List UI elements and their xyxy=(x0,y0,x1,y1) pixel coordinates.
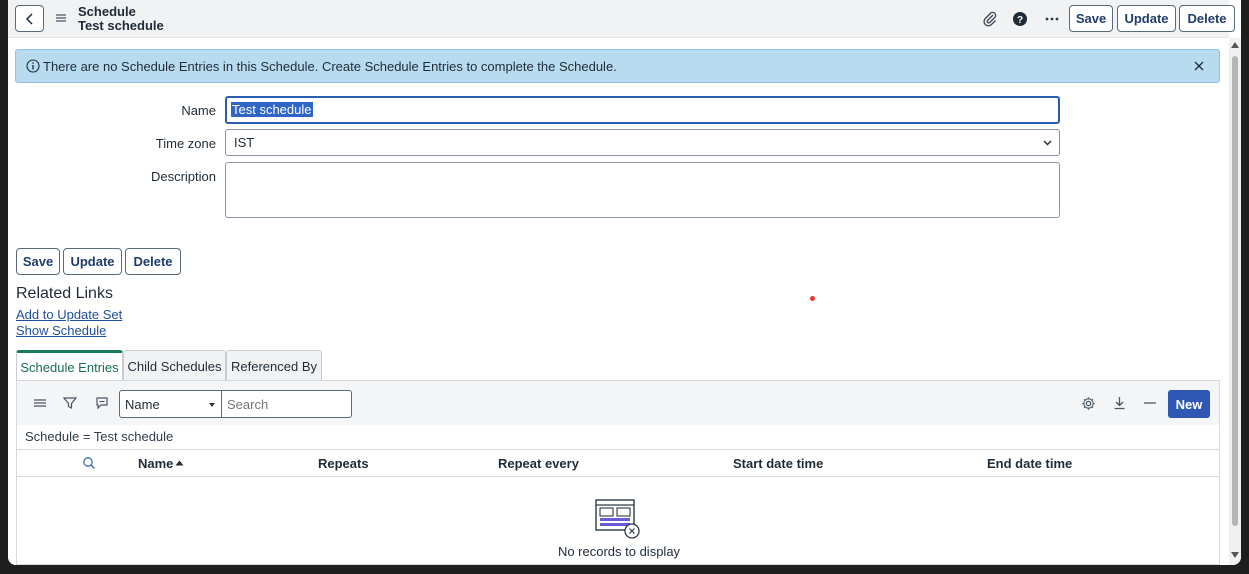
menu-icon[interactable] xyxy=(55,11,67,25)
timezone-label: Time zone xyxy=(155,136,216,151)
search-input[interactable] xyxy=(221,390,352,418)
search-field-value: Name xyxy=(125,397,160,412)
form-title: Schedule xyxy=(78,4,136,19)
filter-icon[interactable] xyxy=(62,395,78,411)
related-links-title: Related Links xyxy=(16,285,113,302)
show-schedule-link[interactable]: Show Schedule xyxy=(16,323,106,338)
scrollbar[interactable] xyxy=(1229,38,1241,565)
page-title: Schedule Test schedule xyxy=(78,5,164,33)
timezone-value: IST xyxy=(234,135,255,150)
minimize-icon[interactable] xyxy=(1142,395,1158,411)
tab-child-schedules[interactable]: Child Schedules xyxy=(123,350,226,381)
chevron-down-icon xyxy=(1043,140,1052,146)
tab-referenced-by[interactable]: Referenced By xyxy=(226,350,322,381)
scroll-down-icon[interactable] xyxy=(1231,552,1239,558)
table-header: Name Repeats Repeat every Start date tim… xyxy=(17,449,1219,477)
header-delete-button[interactable]: Delete xyxy=(1179,5,1235,32)
search-icon[interactable] xyxy=(82,456,96,470)
record-form: Name Test schedule Time zone IST Descrip… xyxy=(8,90,1229,236)
save-button[interactable]: Save xyxy=(16,248,60,275)
app-frame: Schedule Test schedule ? Save Update Del… xyxy=(8,0,1241,565)
delete-button[interactable]: Delete xyxy=(125,248,181,275)
chevron-left-icon xyxy=(25,12,33,25)
svg-text:?: ? xyxy=(1017,15,1023,26)
form-header: Schedule Test schedule ? Save Update Del… xyxy=(8,0,1235,38)
empty-message: No records to display xyxy=(557,544,681,559)
caret-down-icon xyxy=(209,403,215,407)
scroll-up-icon[interactable] xyxy=(1231,42,1239,48)
add-to-update-set-link[interactable]: Add to Update Set xyxy=(16,307,122,322)
banner-message: There are no Schedule Entries in this Sc… xyxy=(43,59,617,74)
tab-schedule-entries[interactable]: Schedule Entries xyxy=(16,350,123,381)
info-icon xyxy=(26,59,40,73)
timezone-select[interactable]: IST xyxy=(225,129,1060,156)
name-value: Test schedule xyxy=(231,102,313,117)
comment-icon[interactable] xyxy=(94,395,110,411)
new-button[interactable]: New xyxy=(1168,390,1210,418)
more-icon[interactable] xyxy=(1042,9,1062,29)
update-button[interactable]: Update xyxy=(63,248,122,275)
column-name[interactable]: Name xyxy=(138,456,173,471)
name-label: Name xyxy=(181,103,216,118)
gear-icon[interactable] xyxy=(1080,395,1096,411)
close-icon[interactable] xyxy=(1193,60,1205,72)
info-banner: There are no Schedule Entries in this Sc… xyxy=(15,49,1220,83)
description-label: Description xyxy=(150,169,216,184)
column-start-date-time[interactable]: Start date time xyxy=(733,456,823,471)
name-field[interactable]: Test schedule xyxy=(225,96,1060,124)
record-title: Test schedule xyxy=(78,18,164,33)
empty-list-icon xyxy=(595,499,640,539)
scroll-thumb[interactable] xyxy=(1232,56,1238,526)
column-end-date-time[interactable]: End date time xyxy=(987,456,1072,471)
search-field-select[interactable]: Name xyxy=(119,390,222,418)
paperclip-icon[interactable] xyxy=(980,9,1000,29)
filter-breadcrumb[interactable]: Schedule = Test schedule xyxy=(25,429,173,444)
header-update-button[interactable]: Update xyxy=(1117,5,1176,32)
download-icon[interactable] xyxy=(1111,395,1127,411)
column-repeats[interactable]: Repeats xyxy=(318,456,369,471)
list-menu-icon[interactable] xyxy=(32,395,48,411)
list-toolbar: Name New xyxy=(17,381,1219,425)
header-save-button[interactable]: Save xyxy=(1069,5,1113,32)
column-repeat-every[interactable]: Repeat every xyxy=(498,456,579,471)
sort-ascending-icon xyxy=(175,460,184,466)
related-list: Name New Schedule = Test schedule Name R… xyxy=(16,380,1220,565)
description-field[interactable] xyxy=(225,162,1060,218)
back-button[interactable] xyxy=(15,5,44,32)
cursor-dot xyxy=(810,296,815,301)
help-icon[interactable]: ? xyxy=(1010,9,1030,29)
